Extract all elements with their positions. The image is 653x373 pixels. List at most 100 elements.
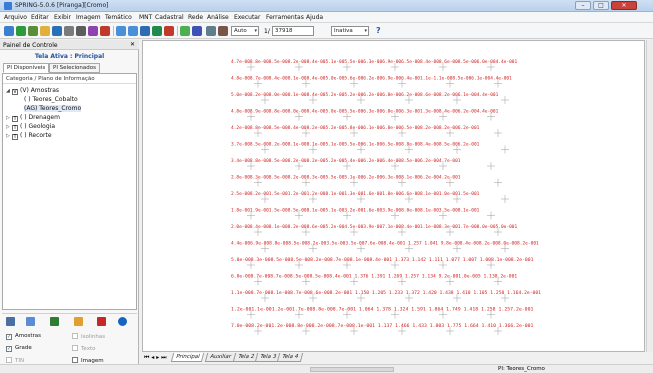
grid-row-values: 5.0e-008.2e-008.0e-008.1e-008.4e-005.2e-… bbox=[231, 92, 499, 97]
open-database-icon[interactable] bbox=[4, 26, 14, 36]
grid-row-values: 4.7e-008.8e-008.5e-008.2e-008.4e-005.1e-… bbox=[231, 59, 518, 64]
vertical-scrollbar[interactable] bbox=[646, 40, 653, 352]
sample-point-marker bbox=[439, 211, 447, 220]
grid-row-values: 6.0e-008.7e-008.7e-008.5e-008.5e-008.4e-… bbox=[231, 274, 518, 279]
sample-point-marker bbox=[302, 327, 310, 335]
tree-node-teores-cobalto[interactable]: ( ) Teores_Cobalto bbox=[24, 96, 78, 103]
tab-principal[interactable]: Principal bbox=[170, 353, 205, 362]
minimize-button[interactable]: – bbox=[575, 1, 591, 10]
category-checkbox[interactable]: V bbox=[12, 89, 18, 95]
grid-icon[interactable] bbox=[206, 26, 216, 36]
sample-point-marker bbox=[261, 96, 269, 104]
plane-icon[interactable] bbox=[28, 26, 38, 36]
control-panel: Painel de Controle ✕ Tela Ativa : Princi… bbox=[0, 40, 139, 367]
control-panel-header: Painel de Controle ✕ bbox=[0, 40, 139, 50]
check-isolinhas: Isolinhas bbox=[72, 333, 105, 340]
status-plane: PI: Teores_Cromo bbox=[498, 366, 545, 372]
tab-auxiliar[interactable]: Auxiliar bbox=[204, 353, 236, 362]
zoom-out-icon[interactable] bbox=[128, 26, 138, 36]
sample-point-marker bbox=[247, 63, 255, 71]
tree-node-teores-cromo[interactable]: (AG) Teores_Cromo bbox=[24, 105, 82, 112]
close-button[interactable]: ✕ bbox=[611, 1, 637, 10]
sample-point-marker bbox=[501, 244, 509, 253]
sample-point-marker bbox=[295, 310, 303, 319]
menu-editar[interactable]: Editar bbox=[31, 14, 49, 21]
sample-point-marker bbox=[261, 145, 269, 154]
check-grade[interactable]: ✓ Grade bbox=[6, 345, 32, 352]
grid-row-values: 2.8e-008.3e-008.5e-008.2e-008.3e-005.5e-… bbox=[231, 175, 461, 180]
tree-node-amostras[interactable]: ◢ V (V) Amostras bbox=[6, 87, 59, 95]
edit-icon[interactable] bbox=[40, 26, 50, 36]
refresh-icon[interactable] bbox=[164, 26, 174, 36]
menu-analise[interactable]: Análise bbox=[207, 14, 229, 21]
category-checkbox[interactable]: T bbox=[12, 116, 18, 122]
menu-arquivo[interactable]: Arquivo bbox=[4, 14, 27, 21]
map-canvas[interactable]: 4.7e-008.8e-008.5e-008.2e-008.4e-005.1e-… bbox=[142, 40, 645, 352]
mnt-icon[interactable] bbox=[64, 26, 74, 36]
category-checkbox[interactable]: T bbox=[12, 134, 18, 140]
properties-icon[interactable] bbox=[26, 317, 35, 326]
menu-cadastral[interactable]: Cadastral bbox=[155, 14, 184, 21]
check-amostras[interactable]: ✓ Amostras bbox=[6, 333, 41, 340]
sample-point-marker bbox=[405, 294, 413, 302]
tree-node-recorte[interactable]: ▷ T( ) Recorte bbox=[6, 132, 52, 140]
sample-point-marker bbox=[254, 327, 262, 335]
image-icon[interactable] bbox=[52, 26, 62, 36]
zoom-area-icon[interactable] bbox=[140, 26, 150, 36]
close-icon[interactable]: ✕ bbox=[130, 41, 135, 48]
scale-input[interactable]: 37918 bbox=[272, 26, 314, 36]
checkbox-checked[interactable]: ✓ bbox=[6, 346, 12, 352]
sample-point-marker bbox=[487, 112, 495, 121]
visual-icon[interactable] bbox=[50, 317, 59, 326]
grid-row-values: 2.5e-008.2e-001.5e-001.2e-001.2e-008.1e-… bbox=[231, 191, 480, 196]
check-texto: Texto bbox=[72, 345, 96, 352]
zoom-in-icon[interactable] bbox=[116, 26, 126, 36]
cursor-info-icon[interactable] bbox=[100, 26, 110, 36]
tab-tela-4[interactable]: Tela 4 bbox=[276, 353, 304, 362]
sample-point-marker bbox=[309, 195, 317, 203]
checkbox-checked[interactable]: ✓ bbox=[6, 334, 12, 340]
sample-point-marker bbox=[487, 63, 495, 71]
menu-mnt[interactable]: MNT bbox=[139, 14, 152, 21]
cursor-icon[interactable] bbox=[218, 26, 228, 36]
list-icon[interactable] bbox=[6, 317, 15, 326]
measure-icon[interactable] bbox=[192, 26, 202, 36]
category-checkbox[interactable]: T bbox=[12, 125, 18, 131]
tree-node-geologia[interactable]: ▷ T( ) Geologia bbox=[6, 123, 55, 131]
help-circle-icon[interactable] bbox=[118, 317, 127, 326]
menu-tematico[interactable]: Temático bbox=[105, 14, 132, 21]
tab-selected-planes[interactable]: PI Selecionados bbox=[49, 63, 100, 73]
sample-point-marker bbox=[501, 294, 509, 302]
spring-app-icon bbox=[4, 2, 12, 10]
zoom-mode-select[interactable]: Auto ▾ bbox=[231, 26, 259, 36]
sample-point-marker bbox=[309, 244, 317, 253]
project-icon[interactable] bbox=[16, 26, 26, 36]
menu-ferramentas[interactable]: Ferramentas bbox=[266, 14, 304, 21]
sample-point-marker bbox=[357, 145, 365, 154]
menu-exibir[interactable]: Exibir bbox=[54, 14, 71, 21]
menu-imagem[interactable]: Imagem bbox=[76, 14, 101, 21]
check-imagem[interactable]: Imagem bbox=[72, 357, 104, 364]
help-icon[interactable]: ? bbox=[376, 26, 381, 35]
tree-node-drenagem[interactable]: ▷ T( ) Drenagem bbox=[6, 114, 60, 122]
menu-bar: Arquivo Editar Exibir Imagem Temático MN… bbox=[0, 12, 653, 23]
chart-icon[interactable] bbox=[74, 317, 83, 326]
tab-navigation[interactable]: ⏮ ◂ ▸ ⏭ bbox=[144, 354, 167, 362]
pan-icon[interactable] bbox=[152, 26, 162, 36]
sample-point-marker bbox=[302, 277, 310, 286]
sample-point-marker bbox=[494, 79, 502, 88]
menu-executar[interactable]: Executar bbox=[234, 14, 260, 21]
sample-point-marker bbox=[295, 112, 303, 121]
edit-pen-icon[interactable] bbox=[97, 317, 106, 326]
menu-rede[interactable]: Rede bbox=[188, 14, 203, 21]
sample-point-marker bbox=[295, 162, 303, 170]
maximize-button[interactable]: □ bbox=[593, 1, 609, 10]
tab-available-planes[interactable]: PI Disponíveis bbox=[3, 63, 50, 73]
add-icon[interactable] bbox=[76, 26, 86, 36]
sample-point-marker bbox=[357, 195, 365, 203]
menu-ajuda[interactable]: Ajuda bbox=[306, 14, 323, 21]
draw-icon[interactable] bbox=[180, 26, 190, 36]
info-icon[interactable] bbox=[88, 26, 98, 36]
state-select[interactable]: Inativa ▾ bbox=[331, 26, 369, 36]
horizontal-scrollbar[interactable] bbox=[310, 367, 394, 372]
